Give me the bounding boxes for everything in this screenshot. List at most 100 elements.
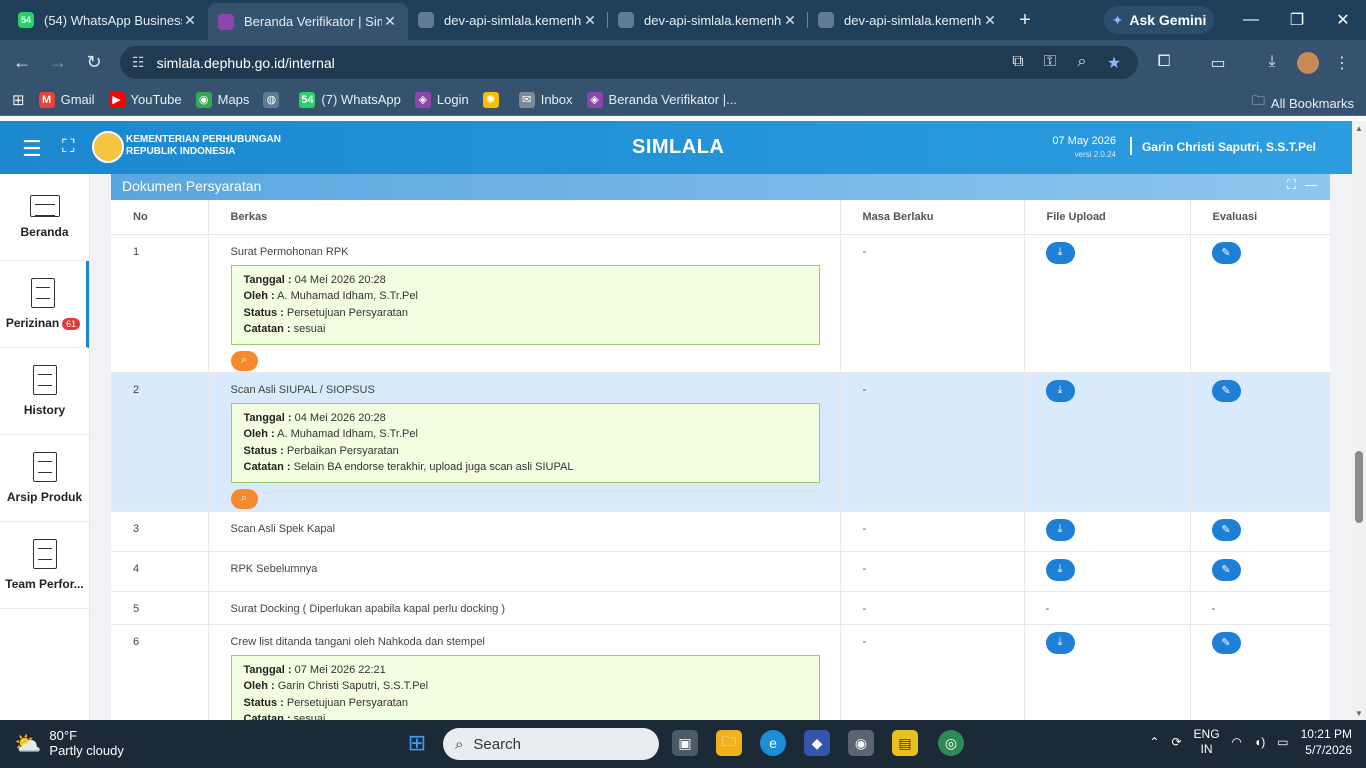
note-value: sesuai: [293, 323, 326, 335]
password-key-icon[interactable]: ⚿: [1040, 53, 1060, 71]
clock[interactable]: 10:21 PM 5/7/2026: [1301, 726, 1352, 758]
scrollbar-thumb[interactable]: [1355, 451, 1363, 523]
back-button[interactable]: ←: [4, 44, 40, 80]
zoom-search-button[interactable]: ⌕: [230, 488, 258, 509]
edge-icon[interactable]: e: [760, 730, 786, 756]
windows-start-icon[interactable]: ⊞: [404, 730, 430, 756]
zoom-search-button[interactable]: ⌕: [230, 350, 258, 371]
header-date: 07 May 2026 versi 2.0.24: [1052, 135, 1116, 159]
sidebar-item-team-perfor-[interactable]: Team Perfor...: [0, 522, 89, 609]
berkas-name: Crew list ditanda tangani oleh Nahkoda d…: [230, 635, 485, 648]
bookmark-favicon-icon: ◈: [586, 91, 603, 108]
close-tab-icon[interactable]: ✕: [382, 13, 398, 30]
note-value: 04 Mei 2026 20:28: [294, 273, 386, 286]
edit-evaluation-button[interactable]: ✎: [1211, 631, 1241, 654]
user-name[interactable]: Garin Christi Saputri, S.S.T.Pel: [1142, 140, 1316, 154]
taskbar-search[interactable]: ⌕ Search: [443, 728, 659, 760]
forward-button[interactable]: →: [40, 44, 76, 80]
site-info-icon[interactable]: ☷: [132, 54, 145, 71]
install-app-icon[interactable]: ⧉: [1008, 53, 1028, 71]
masa-berlaku: -: [862, 245, 867, 258]
bookmark-item[interactable]: ◍: [263, 91, 285, 108]
close-tab-icon[interactable]: ✕: [982, 12, 998, 29]
scroll-up-icon[interactable]: ▲: [1355, 124, 1363, 133]
bookmark-star-icon[interactable]: ★: [1104, 53, 1124, 73]
close-window-button[interactable]: ✕: [1320, 0, 1366, 40]
sidebar-item-perizinan[interactable]: Perizinan 61: [0, 261, 89, 348]
hamburger-menu-icon[interactable]: ☰: [22, 136, 42, 162]
bookmark-item[interactable]: 54 (7) WhatsApp: [299, 91, 401, 108]
close-tab-icon[interactable]: ✕: [582, 12, 598, 29]
row-number: 6: [133, 635, 140, 648]
maximize-icon[interactable]: ⛶: [1287, 177, 1296, 193]
bookmark-item[interactable]: ✺: [482, 91, 505, 108]
edit-evaluation-button[interactable]: ✎: [1211, 379, 1241, 402]
new-tab-button[interactable]: +: [1008, 3, 1042, 37]
download-file-button[interactable]: ⤓: [1045, 518, 1075, 541]
weather-widget[interactable]: ⛅ 80°F Partly cloudy: [14, 728, 124, 758]
ask-gemini-button[interactable]: ✦ Ask Gemini: [1104, 6, 1214, 34]
chrome-icon[interactable]: ◎: [938, 730, 964, 756]
language-indicator[interactable]: ENG IN: [1194, 727, 1220, 757]
bookmark-item[interactable]: ◈ Login: [414, 91, 469, 108]
edit-evaluation-button[interactable]: ✎: [1211, 558, 1241, 581]
bookmark-item[interactable]: ✉ Inbox: [518, 91, 573, 108]
close-tab-icon[interactable]: ✕: [182, 12, 198, 29]
edit-evaluation-button[interactable]: ✎: [1211, 241, 1241, 264]
tab-search-icon[interactable]: ▭: [1208, 53, 1228, 73]
sticky-notes-icon[interactable]: ▤: [892, 730, 918, 756]
collapse-icon[interactable]: —: [1305, 177, 1318, 192]
edit-evaluation-button[interactable]: ✎: [1211, 518, 1241, 541]
evaluation-note: Tanggal : 07 Mei 2026 22:21 Oleh : Garin …: [230, 654, 820, 720]
fullscreen-icon[interactable]: ⛶: [62, 136, 75, 157]
download-file-button[interactable]: ⤓: [1045, 631, 1075, 654]
download-file-button[interactable]: ⤓: [1045, 558, 1075, 581]
browser-tab[interactable]: Beranda Verifikator | Sim ✕: [208, 3, 408, 40]
download-file-button[interactable]: ⤓: [1045, 379, 1075, 402]
chrome-menu-icon[interactable]: ⋮: [1332, 53, 1352, 73]
extensions-icon[interactable]: ⧠: [1154, 53, 1174, 71]
table-row: 5 Surat Docking ( Diperlukan apabila kapa…: [111, 591, 1330, 625]
row-number: 4: [133, 562, 140, 575]
sidebar-item-beranda[interactable]: Beranda: [0, 174, 89, 261]
camera-icon[interactable]: ◉: [848, 730, 874, 756]
minimize-button[interactable]: —: [1228, 0, 1274, 40]
download-file-button[interactable]: ⤓: [1045, 241, 1075, 264]
bookmark-favicon-icon: ◈: [414, 91, 431, 108]
zoom-icon[interactable]: ⌕: [1072, 53, 1092, 71]
bookmark-item[interactable]: ◉ Maps: [195, 91, 249, 108]
restore-button[interactable]: ❐: [1274, 0, 1320, 40]
all-bookmarks-button[interactable]: 🗀 All Bookmarks: [1252, 92, 1354, 114]
app-header: ☰ ⛶ KEMENTERIAN PERHUBUNGAN REPUBLIK IND…: [0, 121, 1352, 174]
sidebar-item-history[interactable]: History: [0, 348, 89, 435]
note-value: 04 Mei 2026 20:28: [294, 411, 386, 424]
browser-tab[interactable]: dev-api-simlala.kemenhu ✕: [808, 3, 1008, 37]
battery-icon[interactable]: ▭: [1277, 735, 1288, 749]
reload-button[interactable]: ↻: [76, 44, 112, 80]
sidebar-item-arsip-produk[interactable]: Arsip Produk: [0, 435, 89, 522]
chevron-up-icon[interactable]: ⌃: [1149, 735, 1159, 749]
document-icon: [31, 278, 55, 308]
address-bar[interactable]: ☷ simlala.dephub.go.id/internal: [120, 46, 1138, 79]
download-icon[interactable]: ⤓: [1262, 53, 1282, 71]
browser-tab[interactable]: dev-api-simlala.kemenhu ✕: [408, 3, 608, 37]
scroll-down-icon[interactable]: ▼: [1355, 709, 1363, 718]
bookmark-item[interactable]: M Gmail: [38, 91, 95, 108]
masa-berlaku: -: [862, 602, 867, 615]
file-explorer-icon[interactable]: 🗀: [716, 730, 742, 756]
task-view-icon[interactable]: ▣: [672, 730, 698, 756]
bookmark-favicon-icon: ✉: [518, 91, 535, 108]
volume-icon[interactable]: ◖): [1254, 735, 1265, 749]
browser-tab[interactable]: dev-api-simlala.kemenhu ✕: [608, 3, 808, 37]
bookmark-item[interactable]: ▶ YouTube: [108, 91, 182, 108]
sync-icon[interactable]: ⟳: [1171, 735, 1181, 749]
page-scrollbar[interactable]: ▲ ▼: [1352, 121, 1366, 720]
col-evaluasi: Evaluasi: [1189, 200, 1330, 235]
bookmark-item[interactable]: ◈ Beranda Verifikator |...: [586, 91, 737, 108]
close-tab-icon[interactable]: ✕: [782, 12, 798, 29]
apps-grid-icon[interactable]: ⊞: [12, 91, 25, 109]
browser-tab[interactable]: 54 (54) WhatsApp Business ✕: [8, 3, 208, 37]
app-icon[interactable]: ◆: [804, 730, 830, 756]
profile-avatar[interactable]: [1297, 52, 1319, 74]
wifi-icon[interactable]: ◠: [1232, 735, 1242, 749]
